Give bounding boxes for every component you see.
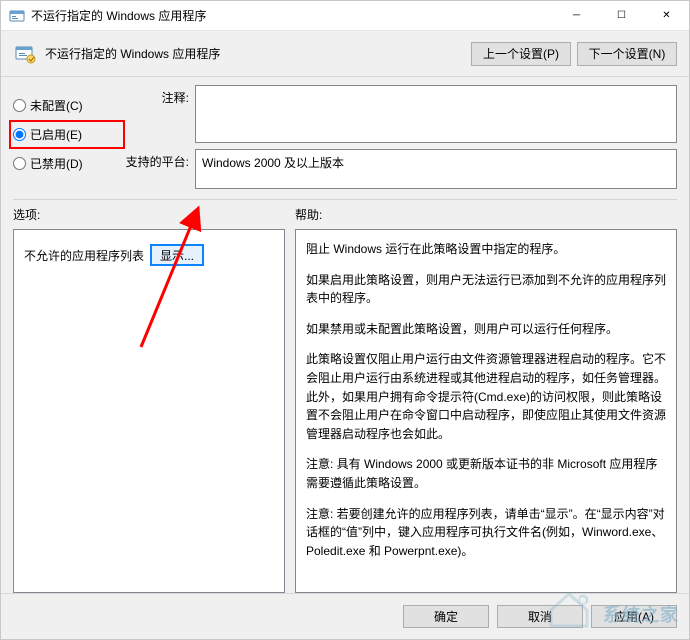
meta-section: 注释: 支持的平台: Windows 2000 及以上版本 [121,85,677,189]
maximize-button[interactable]: ☐ [599,1,644,31]
supported-field: Windows 2000 及以上版本 [195,149,677,189]
radio-enabled[interactable]: 已启用(E) [13,126,117,143]
policy-icon [13,42,37,66]
comment-field[interactable] [195,85,677,143]
radio-enabled-label: 已启用(E) [30,126,82,143]
radio-disabled-label: 已禁用(D) [30,155,83,172]
column-labels: 选项: 帮助: [1,206,689,225]
prev-setting-button[interactable]: 上一个设置(P) [471,42,571,66]
enabled-highlight-box: 已启用(E) [9,120,125,149]
help-paragraph: 注意: 具有 Windows 2000 或更新版本证书的非 Microsoft … [306,455,666,492]
radio-not-configured-input[interactable] [13,99,26,112]
cancel-button[interactable]: 取消 [497,605,583,628]
dialog-body: 未配置(C) 已启用(E) 已禁用(D) 注释: 支持的平台: Windows [1,77,689,639]
radio-disabled-input[interactable] [13,157,26,170]
options-column-label: 选项: [13,206,295,223]
policy-name: 不运行指定的 Windows 应用程序 [45,45,465,62]
comment-label: 注释: [121,85,189,106]
window-icon [9,8,25,24]
apply-button[interactable]: 应用(A) [591,605,677,628]
supported-label: 支持的平台: [121,149,189,170]
radio-disabled[interactable]: 已禁用(D) [13,155,121,172]
radio-enabled-input[interactable] [13,128,26,141]
header-strip: 不运行指定的 Windows 应用程序 上一个设置(P) 下一个设置(N) [1,31,689,77]
disallowed-list-label: 不允许的应用程序列表 [24,247,144,264]
help-paragraph: 注意: 若要创建允许的应用程序列表，请单击“显示”。在“显示内容”对话框的“值”… [306,505,666,561]
lower-section: 不允许的应用程序列表 显示... 阻止 Windows 运行在此策略设置中指定的… [1,225,689,593]
help-paragraph: 此策略设置仅阻止用户运行由文件资源管理器进程启动的程序。它不会阻止用户运行由系统… [306,350,666,443]
options-panel: 不允许的应用程序列表 显示... [13,229,285,593]
help-column-label: 帮助: [295,206,677,223]
help-paragraph: 阻止 Windows 运行在此策略设置中指定的程序。 [306,240,666,259]
minimize-button[interactable]: ─ [554,1,599,31]
help-paragraph: 如果启用此策略设置，则用户无法运行已添加到不允许的应用程序列表中的程序。 [306,271,666,308]
help-panel[interactable]: 阻止 Windows 运行在此策略设置中指定的程序。 如果启用此策略设置，则用户… [295,229,677,593]
upper-section: 未配置(C) 已启用(E) 已禁用(D) 注释: 支持的平台: Windows [1,77,689,193]
dialog-footer: 确定 取消 应用(A) [1,593,689,639]
next-setting-button[interactable]: 下一个设置(N) [577,42,677,66]
close-button[interactable]: ✕ [644,1,689,31]
ok-button[interactable]: 确定 [403,605,489,628]
radio-not-configured-label: 未配置(C) [30,97,83,114]
policy-editor-window: 不运行指定的 Windows 应用程序 ─ ☐ ✕ 不运行指定的 Windows… [0,0,690,640]
radio-not-configured[interactable]: 未配置(C) [13,97,121,114]
disallowed-list-row: 不允许的应用程序列表 显示... [24,244,274,266]
divider [13,199,677,200]
titlebar: 不运行指定的 Windows 应用程序 ─ ☐ ✕ [1,1,689,31]
config-radio-group: 未配置(C) 已启用(E) 已禁用(D) [13,85,121,189]
show-button[interactable]: 显示... [150,244,204,266]
help-paragraph: 如果禁用或未配置此策略设置，则用户可以运行任何程序。 [306,320,666,339]
window-title: 不运行指定的 Windows 应用程序 [31,7,554,24]
